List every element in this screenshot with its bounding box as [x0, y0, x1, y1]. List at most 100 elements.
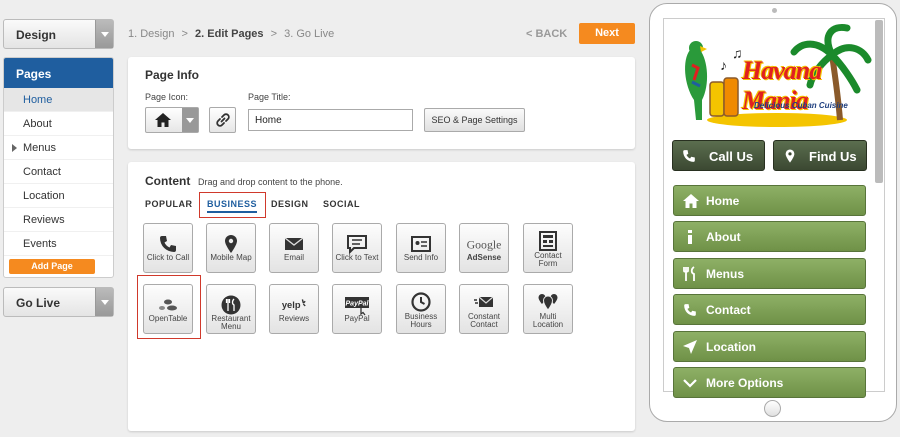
tile-label: Mobile Map: [210, 253, 252, 262]
tile-label: PayPal: [344, 314, 370, 323]
svg-text:PayPal: PayPal: [346, 301, 370, 308]
expand-arrow-icon[interactable]: [12, 144, 17, 152]
phone-nav-about[interactable]: About: [673, 221, 866, 252]
svg-text:♫: ♫: [732, 45, 743, 61]
phone-nav-more-options[interactable]: More Options: [673, 367, 866, 398]
link-icon: [216, 113, 230, 127]
svg-text:yelp: yelp: [282, 300, 301, 310]
tile-label: Email: [283, 253, 304, 262]
page-title-label: Page Title:: [248, 92, 291, 102]
paypal-icon: PayPal: [345, 297, 370, 316]
call-us-label: Call Us: [709, 149, 754, 164]
step-separator: >: [181, 28, 188, 40]
chevron-down-icon: [683, 379, 697, 388]
phone-nav-menus[interactable]: Menus: [673, 258, 866, 289]
tile-mobile-map[interactable]: Mobile Map: [206, 223, 256, 273]
phone-nav-contact[interactable]: Contact: [673, 294, 866, 325]
content-hint: Drag and drop content to the phone.: [198, 177, 343, 187]
chevron-down-icon[interactable]: [95, 20, 113, 48]
map-pin-icon: [225, 235, 237, 253]
phone-home-button[interactable]: [764, 400, 781, 417]
tile-send-info[interactable]: Send Info: [396, 223, 446, 273]
tile-contact-form[interactable]: Contact Form: [523, 223, 573, 273]
tile-label: Send Info: [403, 253, 439, 262]
page-item-home[interactable]: Home: [4, 88, 113, 112]
svg-text:♪: ♪: [720, 57, 727, 73]
design-dropdown-label: Design: [16, 28, 57, 42]
phone-icon: [160, 236, 176, 252]
phone-icon: [683, 150, 695, 162]
tile-label: AdSense: [466, 253, 502, 262]
tile-reviews[interactable]: yelp Reviews: [269, 284, 319, 334]
page-icon-label: Page Icon:: [145, 92, 189, 102]
tile-label: Multi Location: [532, 312, 564, 329]
phone-nav-label: Contact: [706, 303, 751, 317]
tab-popular[interactable]: POPULAR: [145, 199, 193, 209]
add-page-button[interactable]: Add Page: [9, 259, 95, 274]
design-dropdown[interactable]: Design: [3, 19, 114, 49]
info-icon: [688, 230, 692, 244]
call-us-button[interactable]: Call Us: [672, 140, 765, 171]
phone-nav-label: Location: [706, 340, 756, 354]
page-info-title: Page Info: [145, 68, 200, 82]
step-design[interactable]: 1. Design: [128, 28, 174, 40]
seo-settings-button[interactable]: SEO & Page Settings: [424, 108, 525, 132]
google-logo-icon: Google: [467, 238, 502, 252]
tile-email[interactable]: Email: [269, 223, 319, 273]
svg-text:Google: Google: [467, 238, 502, 252]
tile-label: Click to Text: [335, 253, 379, 262]
tile-label: Business Hours: [404, 312, 438, 329]
breadcrumb: 1. Design > 2. Edit Pages > 3. Go Live: [128, 28, 334, 40]
tile-label: Click to Call: [146, 253, 190, 262]
map-pin-icon: [785, 149, 795, 163]
phone-scrollbar[interactable]: [875, 20, 883, 183]
page-item-about[interactable]: About: [4, 112, 113, 136]
tile-business-hours[interactable]: Business Hours: [396, 284, 446, 334]
page-title-input[interactable]: [248, 109, 413, 131]
tile-click-to-text[interactable]: Click to Text: [332, 223, 382, 273]
step-separator: >: [270, 28, 278, 40]
chevron-down-icon[interactable]: [182, 108, 198, 132]
find-us-button[interactable]: Find Us: [773, 140, 867, 171]
form-icon: [539, 231, 557, 251]
next-button[interactable]: Next: [579, 23, 635, 44]
opentable-highlight: [137, 275, 201, 339]
tile-adsense[interactable]: Google AdSense: [459, 223, 509, 273]
tile-paypal[interactable]: PayPal PayPal: [332, 284, 382, 334]
page-info-panel: [128, 57, 635, 149]
tab-design[interactable]: DESIGN: [271, 199, 309, 209]
golive-dropdown[interactable]: Go Live: [3, 287, 114, 317]
back-button[interactable]: < BACK: [526, 28, 567, 40]
clock-icon: [411, 292, 431, 312]
tile-click-to-call[interactable]: Click to Call: [143, 223, 193, 273]
tile-label: Restaurant Menu: [211, 314, 251, 331]
tile-label: Constant Contact: [467, 312, 501, 329]
page-item-menus[interactable]: Menus: [4, 136, 113, 160]
page-item-events[interactable]: Events: [4, 232, 113, 256]
step-edit-pages: 2. Edit Pages: [195, 28, 264, 40]
utensils-icon: [221, 295, 241, 315]
phone-icon: [684, 304, 696, 316]
tile-label: Reviews: [278, 314, 310, 323]
find-us-label: Find Us: [809, 149, 857, 164]
page-item-reviews[interactable]: Reviews: [4, 208, 113, 232]
phone-nav-location[interactable]: Location: [673, 331, 866, 362]
tile-multi-location[interactable]: Multi Location: [523, 284, 573, 334]
tile-label: Contact Form: [534, 251, 562, 268]
tab-social[interactable]: SOCIAL: [323, 199, 360, 209]
tile-restaurant-menu[interactable]: Restaurant Menu: [206, 284, 256, 334]
chevron-down-icon[interactable]: [95, 288, 113, 316]
home-icon: [683, 194, 699, 208]
phone-nav-label: Menus: [706, 267, 745, 281]
page-item-location[interactable]: Location: [4, 184, 113, 208]
link-button[interactable]: [209, 107, 236, 133]
phone-nav-home[interactable]: Home: [673, 185, 866, 216]
phone-nav-label: Home: [706, 194, 740, 208]
mail-speed-icon: [474, 296, 494, 307]
page-item-contact[interactable]: Contact: [4, 160, 113, 184]
step-go-live[interactable]: 3. Go Live: [284, 28, 334, 40]
golive-dropdown-label: Go Live: [16, 296, 61, 310]
tile-constant-contact[interactable]: Constant Contact: [459, 284, 509, 334]
page-icon-select[interactable]: [145, 107, 199, 133]
phone-camera: [772, 8, 777, 13]
